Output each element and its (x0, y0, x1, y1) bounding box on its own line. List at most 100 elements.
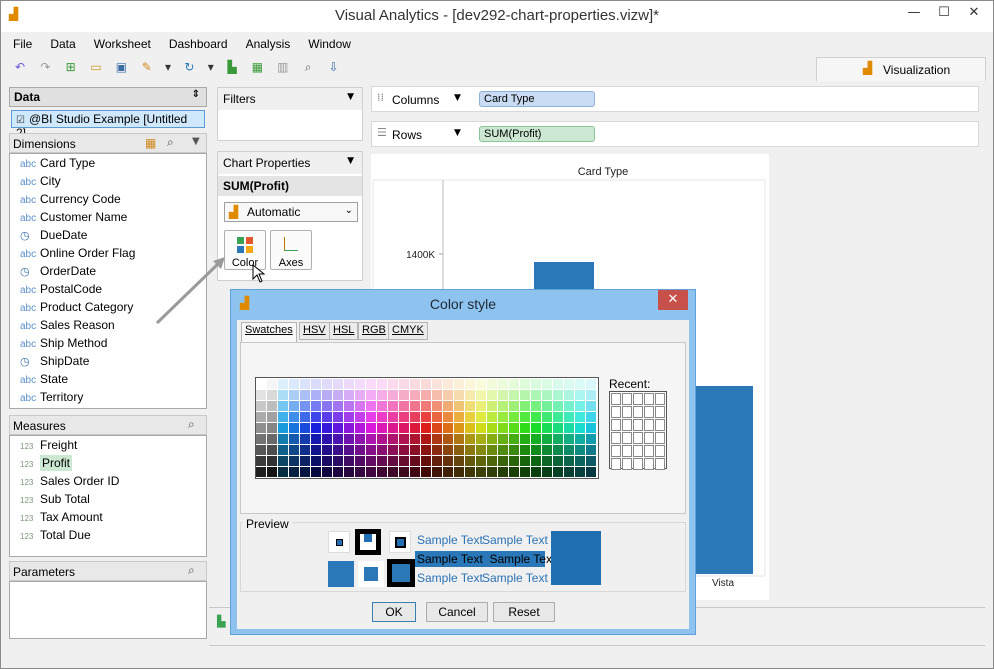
swatch-cell[interactable] (344, 445, 354, 455)
swatch-cell[interactable] (586, 456, 596, 466)
swatch-cell[interactable] (300, 467, 310, 477)
search-icon[interactable]: ⌕ (167, 135, 174, 150)
swatch-cell[interactable] (322, 456, 332, 466)
swatch-cell[interactable] (531, 445, 541, 455)
swatch-cell[interactable] (520, 379, 530, 389)
swatch-cell[interactable] (388, 467, 398, 477)
swatch-cell[interactable] (553, 412, 563, 422)
swatch-cell[interactable] (377, 467, 387, 477)
swatch-cell[interactable] (509, 445, 519, 455)
chevron-down-icon[interactable]: ▼ (347, 92, 354, 102)
swatch-cell[interactable] (553, 401, 563, 411)
swatch-cell[interactable] (531, 390, 541, 400)
swatch-cell[interactable] (410, 456, 420, 466)
swatch-cell[interactable] (498, 401, 508, 411)
swatch-cell[interactable] (553, 434, 563, 444)
swatch-cell[interactable] (542, 412, 552, 422)
swatch-cell[interactable] (311, 423, 321, 433)
swatch-cell[interactable] (388, 401, 398, 411)
swatch-cell[interactable] (531, 379, 541, 389)
swatch-cell[interactable] (476, 401, 486, 411)
swatch-cell[interactable] (454, 445, 464, 455)
swatch-cell[interactable] (498, 434, 508, 444)
swatch-cell[interactable] (487, 412, 497, 422)
swatch-cell[interactable] (256, 412, 266, 422)
swatch-cell[interactable] (586, 379, 596, 389)
add-table-icon[interactable]: ▦ (249, 59, 265, 75)
swatch-cell[interactable] (399, 412, 409, 422)
swatch-cell[interactable] (421, 434, 431, 444)
swatch-cell[interactable] (432, 401, 442, 411)
axes-button[interactable]: Axes (270, 230, 312, 270)
reset-button[interactable]: Reset (493, 602, 555, 622)
swatch-cell[interactable] (289, 401, 299, 411)
swatch-cell[interactable] (278, 412, 288, 422)
datasource-selector[interactable]: ☑@BI Studio Example [Untitled 2] (11, 110, 205, 140)
swatch-cell[interactable] (564, 401, 574, 411)
recent-color-cell[interactable] (644, 432, 654, 444)
swatch-cell[interactable] (465, 401, 475, 411)
recent-color-cell[interactable] (622, 393, 632, 405)
swatch-cell[interactable] (377, 390, 387, 400)
swatch-cell[interactable] (278, 434, 288, 444)
swatch-cell[interactable] (575, 379, 585, 389)
chevron-down-icon[interactable]: ▾ (164, 59, 172, 75)
swatch-cell[interactable] (311, 445, 321, 455)
swatch-cell[interactable] (443, 401, 453, 411)
swatch-cell[interactable] (443, 434, 453, 444)
swatch-cell[interactable] (278, 467, 288, 477)
swatch-cell[interactable] (366, 434, 376, 444)
swatch-cell[interactable] (322, 379, 332, 389)
swatch-cell[interactable] (575, 401, 585, 411)
recent-color-cell[interactable] (611, 393, 621, 405)
swatch-cell[interactable] (531, 456, 541, 466)
swatch-cell[interactable] (575, 434, 585, 444)
swatch-cell[interactable] (586, 445, 596, 455)
swatch-cell[interactable] (575, 390, 585, 400)
new-icon[interactable]: ⊞ (63, 59, 79, 75)
swatch-cell[interactable] (311, 379, 321, 389)
swatch-cell[interactable] (388, 445, 398, 455)
swatch-cell[interactable] (289, 467, 299, 477)
chevron-down-icon[interactable]: ▼ (347, 156, 354, 166)
measure-item[interactable]: 123 Freight (10, 436, 206, 454)
recent-color-cell[interactable] (633, 419, 643, 431)
swatch-cell[interactable] (333, 401, 343, 411)
recent-color-cell[interactable] (622, 432, 632, 444)
swatch-cell[interactable] (443, 445, 453, 455)
chevron-down-icon[interactable]: ▼ (454, 93, 461, 103)
swatch-cell[interactable] (487, 434, 497, 444)
export-icon[interactable]: ⇩ (325, 59, 341, 75)
swatch-cell[interactable] (498, 423, 508, 433)
tab-visualization[interactable]: ▟ Visualization (816, 57, 986, 81)
swatch-cell[interactable] (531, 467, 541, 477)
swatch-cell[interactable] (333, 379, 343, 389)
swatch-cell[interactable] (454, 401, 464, 411)
swatch-cell[interactable] (542, 434, 552, 444)
bar-chart-icon[interactable]: ▥ (275, 59, 291, 75)
swatch-cell[interactable] (333, 445, 343, 455)
swatch-cell[interactable] (377, 434, 387, 444)
swatch-cell[interactable] (553, 390, 563, 400)
dialog-close-button[interactable]: ✕ (658, 290, 688, 310)
mark-type-select[interactable]: ▟ Automatic ⌄ (224, 202, 358, 222)
recent-color-cell[interactable] (655, 458, 665, 470)
swatch-cell[interactable] (256, 401, 266, 411)
swatch-cell[interactable] (476, 467, 486, 477)
swatch-cell[interactable] (344, 467, 354, 477)
swatch-cell[interactable] (311, 467, 321, 477)
recent-color-cell[interactable] (611, 445, 621, 457)
swatch-cell[interactable] (388, 456, 398, 466)
swatch-cell[interactable] (300, 423, 310, 433)
swatch-cell[interactable] (278, 456, 288, 466)
swatch-cell[interactable] (267, 423, 277, 433)
menu-worksheet[interactable]: Worksheet (90, 35, 155, 53)
swatch-cell[interactable] (355, 390, 365, 400)
tab-swatches[interactable]: Swatches (241, 322, 297, 342)
chevron-down-icon[interactable]: ▾ (207, 59, 215, 75)
swatch-cell[interactable] (520, 412, 530, 422)
swatch-cell[interactable] (377, 379, 387, 389)
recent-color-cell[interactable] (655, 445, 665, 457)
swatch-cell[interactable] (454, 379, 464, 389)
swatch-cell[interactable] (454, 467, 464, 477)
